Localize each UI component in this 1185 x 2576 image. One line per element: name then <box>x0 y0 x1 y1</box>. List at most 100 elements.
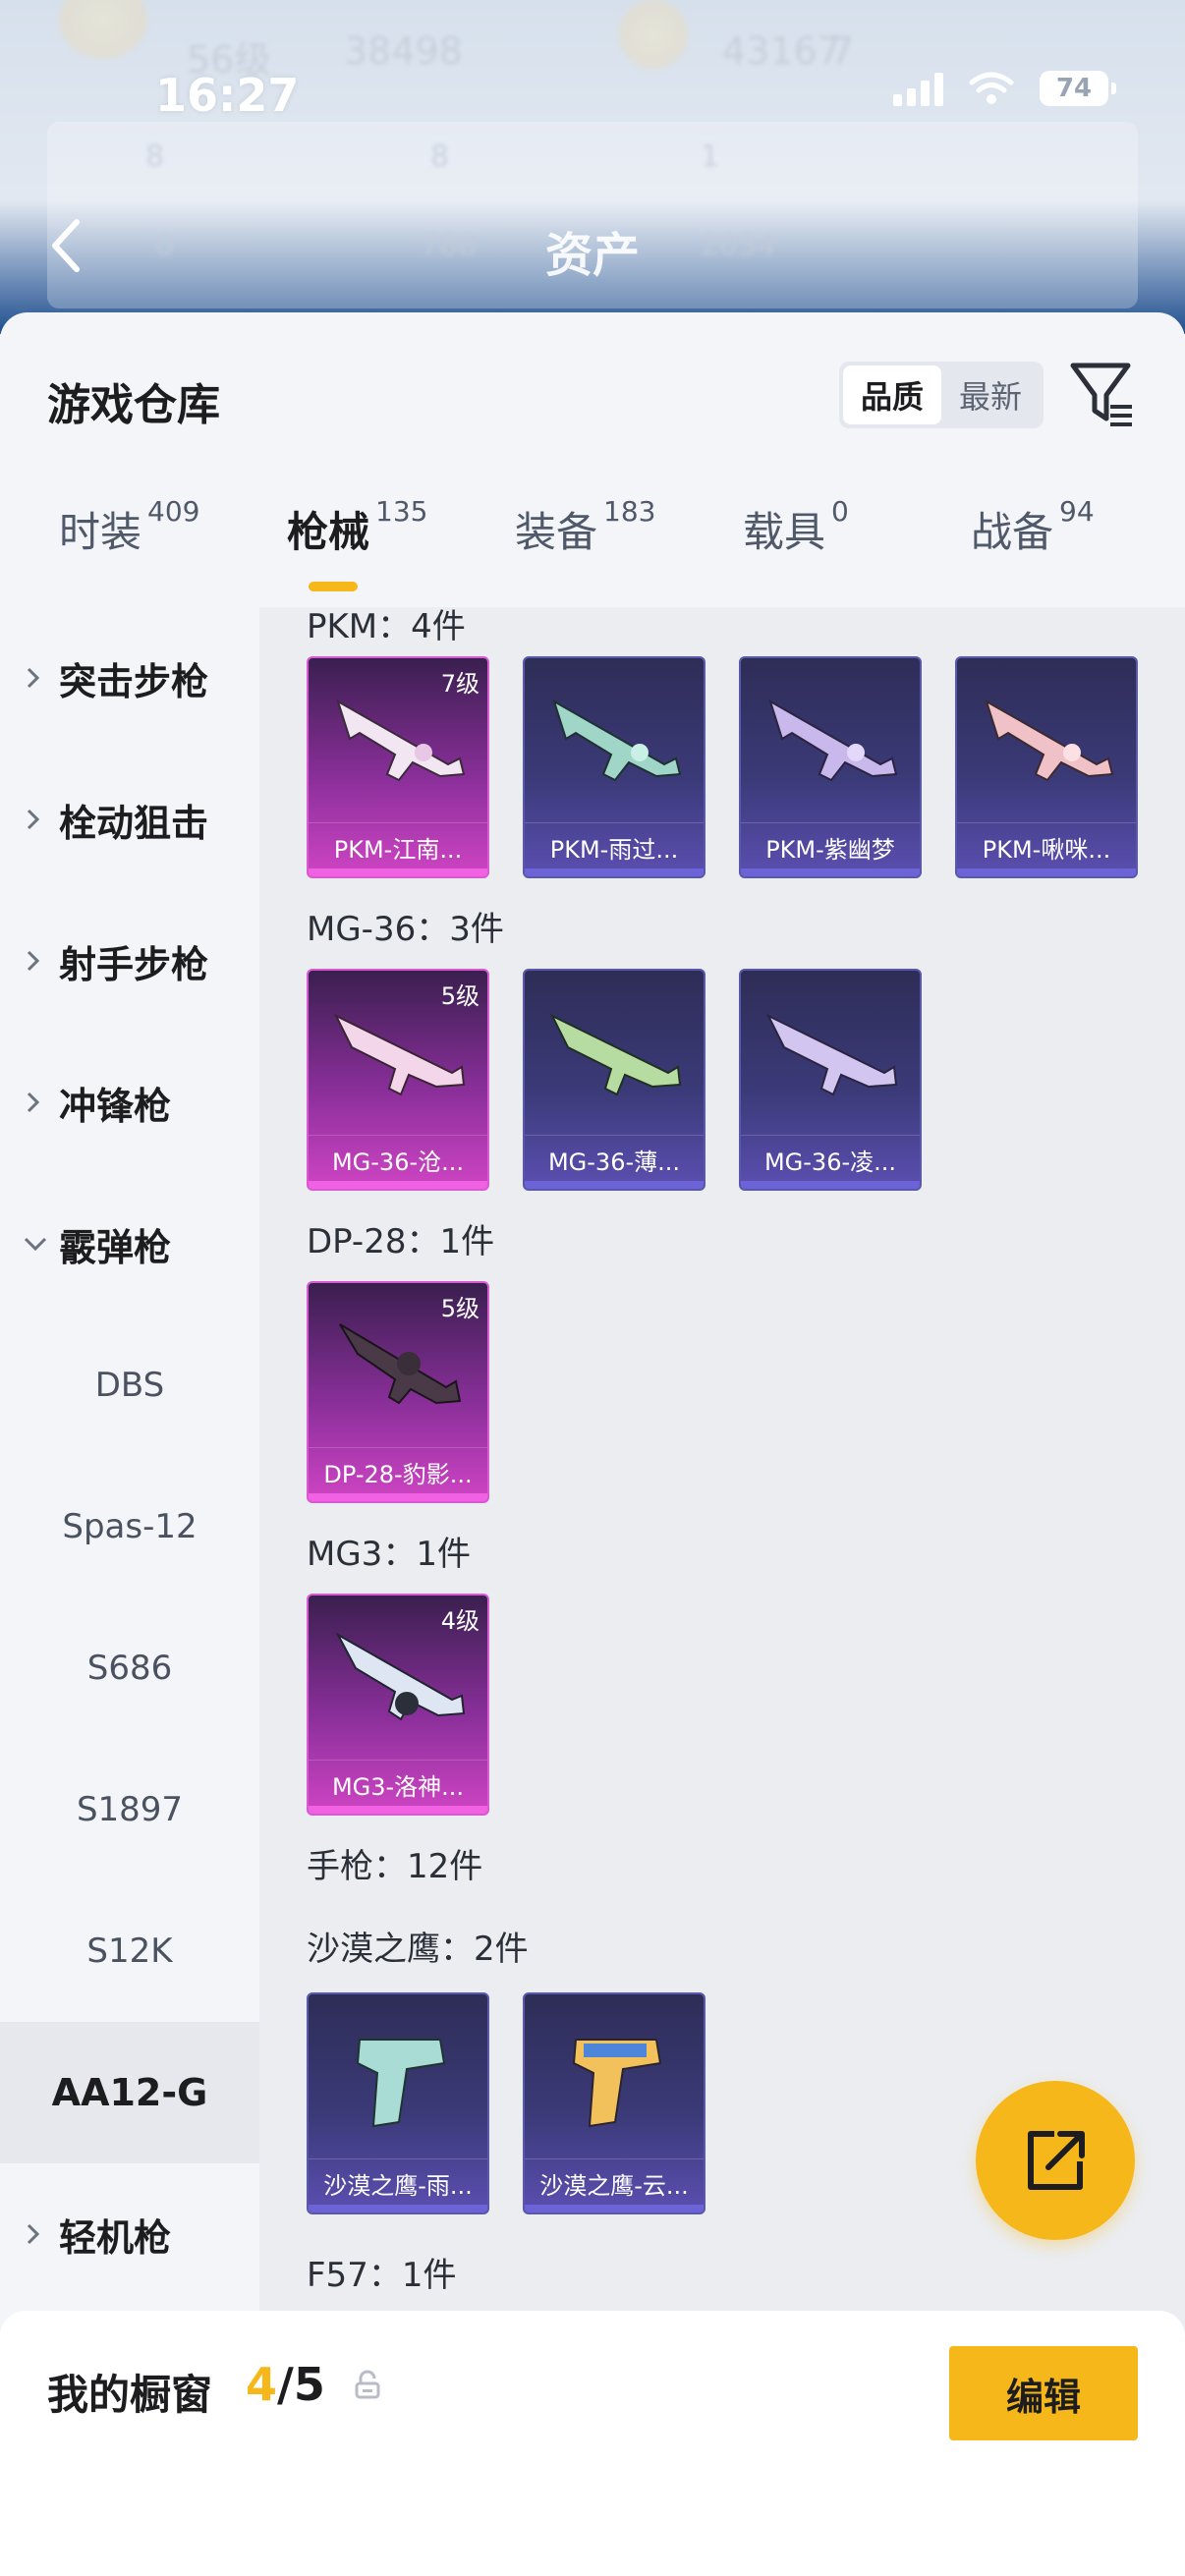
lock-icon <box>355 2370 380 2399</box>
rifle-icon <box>549 1013 682 1096</box>
rifle-icon <box>765 1013 898 1096</box>
status-icons: 74 <box>893 71 1116 106</box>
battery-icon: 74 <box>1040 71 1116 106</box>
bg-stat: 1 <box>701 140 720 174</box>
category-bolt-sniper[interactable]: 栓动狙击 <box>0 749 259 890</box>
subcategory-dbs[interactable]: DBS <box>0 1315 259 1456</box>
page-title: 资产 <box>544 228 640 283</box>
sort-toggle: 品质 最新 <box>839 362 1044 428</box>
rank-emblem-icon <box>59 0 147 59</box>
bg-stat: 8 <box>145 140 165 174</box>
warehouse-sheet: 游戏仓库 品质 最新 时装 409 枪械 135 装备 183 载具 0 战备 94 突击… <box>0 312 1185 2576</box>
bg-count-text: 7 <box>830 29 855 73</box>
category-smg[interactable]: 冲锋枪 <box>0 1032 259 1173</box>
subcategory-spas12[interactable]: Spas-12 <box>0 1456 259 1597</box>
weapon-name: PKM-啾咪... <box>982 836 1111 864</box>
sort-newest-option[interactable]: 最新 <box>941 365 1040 424</box>
wifi-icon <box>969 71 1014 106</box>
section-title: 手枪：12件 <box>307 1847 483 1886</box>
bg-points-text: 43167 <box>722 29 841 73</box>
chevron-right-icon <box>27 809 40 830</box>
section-title: DP-28：1件 <box>307 1222 495 1261</box>
category-tabs: 时装 409 枪械 135 装备 183 载具 0 战备 94 <box>0 495 1185 607</box>
sort-quality-option[interactable]: 品质 <box>843 365 941 424</box>
weapon-card[interactable]: 4级 MG3-洛神... <box>307 1594 489 1816</box>
status-time: 16:27 <box>155 69 300 122</box>
chevron-right-icon <box>27 2223 40 2245</box>
category-label: 射手步枪 <box>59 942 209 986</box>
tab-equipment[interactable]: 装备 183 <box>515 495 655 559</box>
tab-fashion[interactable]: 时装 409 <box>59 495 199 559</box>
header-background: 56级 38498 43167 7 8 8 1 0 788 2034 16:27… <box>0 0 1185 334</box>
machine-gun-icon <box>335 1632 466 1721</box>
subcategory-s12k[interactable]: S12K <box>0 1880 259 2022</box>
showcase-bar: 我的橱窗 4/5 编辑 <box>0 2311 1185 2576</box>
chevron-down-icon <box>24 1237 47 1252</box>
weapon-card[interactable]: 5级 MG-36-沧... <box>307 969 489 1191</box>
showcase-label: 我的橱窗 <box>47 2371 213 2419</box>
subcategory-s686[interactable]: S686 <box>0 1597 259 1739</box>
machine-gun-icon <box>552 699 682 782</box>
cellular-signal-icon <box>893 71 943 106</box>
sheet-title: 游戏仓库 <box>47 380 220 430</box>
category-assault-rifle[interactable]: 突击步枪 <box>0 607 259 749</box>
tab-supplies[interactable]: 战备 94 <box>971 495 1095 559</box>
weapon-card[interactable]: 7级 PKM-江南... <box>307 656 489 878</box>
chevron-right-icon <box>27 1092 40 1113</box>
chevron-right-icon <box>27 950 40 972</box>
share-button[interactable] <box>976 2081 1135 2240</box>
active-tab-indicator <box>309 582 358 591</box>
category-marksman-rifle[interactable]: 射手步枪 <box>0 890 259 1032</box>
weapon-name: PKM-江南... <box>333 836 463 864</box>
rifle-icon <box>333 1013 466 1096</box>
weapon-card[interactable]: MG-36-凌... <box>739 969 922 1191</box>
filter-icon[interactable] <box>1069 360 1136 430</box>
section-title: MG3：1件 <box>307 1535 471 1574</box>
weapon-name: 沙漠之鹰-雨... <box>323 2172 473 2200</box>
weapon-card[interactable]: PKM-紫幽梦 <box>739 656 922 878</box>
section-title: 沙漠之鹰：2件 <box>307 1930 529 1969</box>
pistol-icon <box>572 2039 662 2128</box>
machine-gun-icon <box>985 699 1114 782</box>
tab-vehicles[interactable]: 载具 0 <box>743 495 849 559</box>
pistol-icon <box>356 2039 446 2128</box>
honor-emblem-icon <box>619 0 688 69</box>
section-title: PKM：4件 <box>307 607 466 646</box>
subcategory-s1897[interactable]: S1897 <box>0 1739 259 1880</box>
machine-gun-icon <box>768 699 898 782</box>
bg-score-text: 38498 <box>344 29 463 73</box>
subcategory-aa12g[interactable]: AA12-G <box>0 2022 259 2163</box>
weapon-card[interactable]: PKM-雨过... <box>523 656 705 878</box>
weapon-name: MG-36-沧... <box>331 1148 465 1176</box>
category-label: 栓动狙击 <box>59 801 209 845</box>
showcase-count: 4/5 <box>246 2358 325 2411</box>
weapon-name: DP-28-豹影... <box>323 1461 473 1488</box>
weapon-card[interactable]: 沙漠之鹰-雨... <box>307 1992 489 2214</box>
machine-gun-icon <box>339 1323 462 1405</box>
weapon-name: PKM-紫幽梦 <box>765 836 895 864</box>
tab-firearms[interactable]: 枪械 135 <box>287 495 427 559</box>
share-icon <box>1028 2131 1085 2190</box>
category-lmg[interactable]: 轻机枪 <box>0 2163 259 2305</box>
bg-stat: 8 <box>430 140 450 174</box>
category-label: 霰弹枪 <box>59 1225 172 1269</box>
weapon-name: MG-36-凌... <box>763 1148 897 1176</box>
category-label: 突击步枪 <box>59 659 209 703</box>
weapon-name: PKM-雨过... <box>549 836 679 864</box>
category-shotgun[interactable]: 霰弹枪 <box>0 1173 259 1315</box>
weapon-category-list: 突击步枪 栓动狙击 射手步枪 冲锋枪 霰弹枪 DBS Spas-12 S686 … <box>0 607 259 2435</box>
weapon-name: MG3-洛神... <box>331 1773 465 1801</box>
chevron-right-icon <box>27 667 40 689</box>
weapon-name: 沙漠之鹰-云... <box>539 2172 689 2200</box>
category-label: 冲锋枪 <box>59 1084 172 1128</box>
weapon-card[interactable]: 5级 DP-28-豹影... <box>307 1281 489 1503</box>
weapon-card[interactable]: MG-36-薄... <box>523 969 705 1191</box>
edit-button[interactable]: 编辑 <box>949 2346 1138 2440</box>
weapon-card[interactable]: PKM-啾咪... <box>955 656 1138 878</box>
weapon-card[interactable]: 沙漠之鹰-云... <box>523 1992 705 2214</box>
section-title: MG-36：3件 <box>307 910 504 949</box>
weapon-name: MG-36-薄... <box>547 1148 681 1176</box>
section-title: F57：1件 <box>307 2256 457 2295</box>
category-label: 轻机枪 <box>59 2215 172 2260</box>
machine-gun-icon <box>336 699 466 782</box>
